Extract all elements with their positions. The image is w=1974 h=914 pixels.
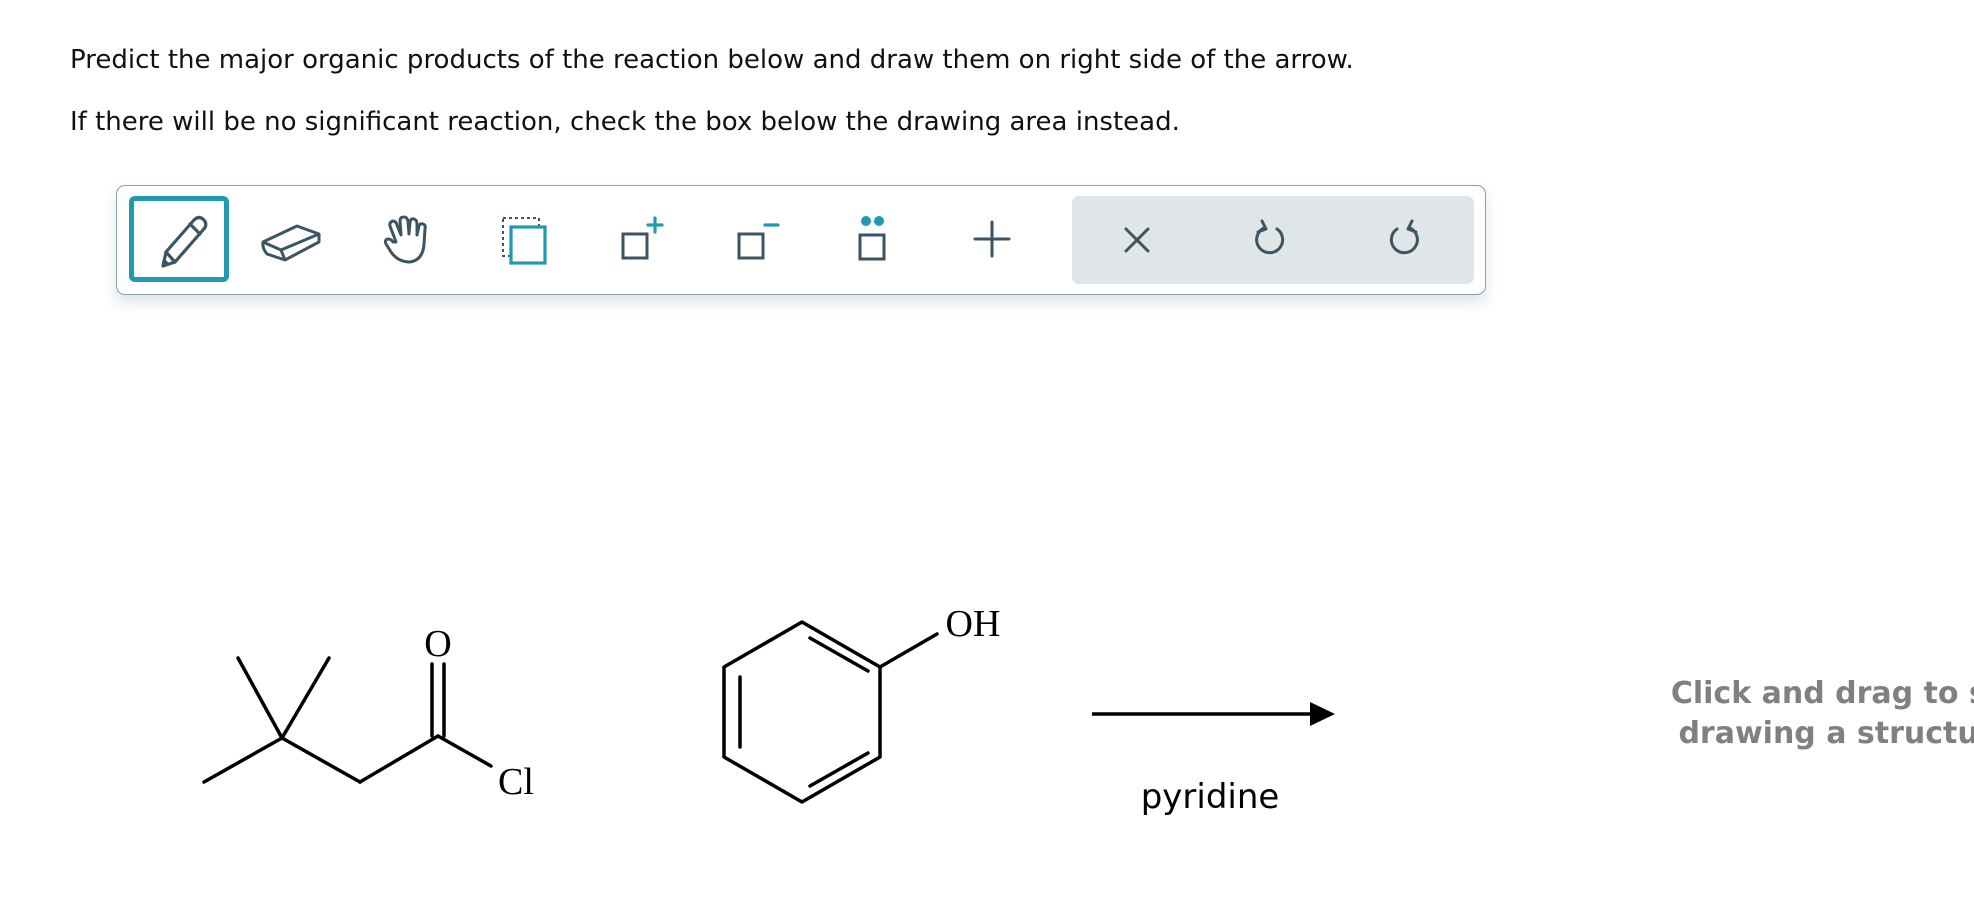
select-tool-button[interactable] bbox=[475, 196, 575, 282]
pencil-icon bbox=[161, 215, 208, 268]
instruction-line-1: Predict the major organic products of th… bbox=[70, 45, 1354, 75]
lone-pair-button[interactable] bbox=[822, 196, 922, 282]
drawing-toolbar bbox=[116, 185, 1486, 295]
phenol-structure bbox=[722, 620, 939, 804]
decrease-charge-icon bbox=[737, 223, 780, 260]
redo-button[interactable] bbox=[1354, 197, 1454, 283]
plus-icon bbox=[973, 220, 1011, 258]
pencil-tool-button[interactable] bbox=[129, 196, 229, 282]
undo-icon bbox=[1255, 219, 1285, 255]
redo-icon bbox=[1389, 219, 1419, 255]
acyl-chloride-structure bbox=[202, 656, 493, 784]
hydroxyl-label: OH bbox=[946, 603, 1001, 645]
increase-charge-button[interactable] bbox=[590, 196, 690, 282]
hand-icon bbox=[383, 215, 427, 264]
increase-charge-icon bbox=[621, 216, 664, 260]
reaction-arrow bbox=[1092, 702, 1335, 726]
instruction-line-2: If there will be no significant reaction… bbox=[70, 107, 1180, 137]
drawing-canvas[interactable]: O Cl OH pyridine Click and drag to st dr… bbox=[0, 310, 1974, 914]
reaction-scheme: O Cl OH pyridine bbox=[202, 603, 1335, 817]
decrease-charge-button[interactable] bbox=[706, 196, 806, 282]
carbonyl-oxygen-label: O bbox=[424, 623, 451, 665]
close-icon bbox=[1124, 227, 1150, 253]
chlorine-label: Cl bbox=[498, 761, 534, 803]
eraser-icon bbox=[261, 224, 321, 262]
clear-button[interactable] bbox=[1087, 197, 1187, 283]
hand-tool-button[interactable] bbox=[359, 196, 459, 282]
placeholder-line-2: drawing a structur bbox=[1678, 716, 1974, 751]
placeholder-line-1: Click and drag to st bbox=[1670, 676, 1974, 711]
add-plus-button[interactable] bbox=[942, 196, 1042, 282]
select-icon bbox=[502, 217, 547, 265]
eraser-tool-button[interactable] bbox=[242, 196, 342, 282]
undo-button[interactable] bbox=[1220, 197, 1320, 283]
drawing-area-placeholder: Click and drag to st drawing a structur bbox=[1626, 674, 1974, 754]
reagent-label: pyridine bbox=[1141, 777, 1280, 817]
edit-actions-group bbox=[1072, 196, 1474, 284]
lone-pair-icon bbox=[858, 216, 886, 261]
